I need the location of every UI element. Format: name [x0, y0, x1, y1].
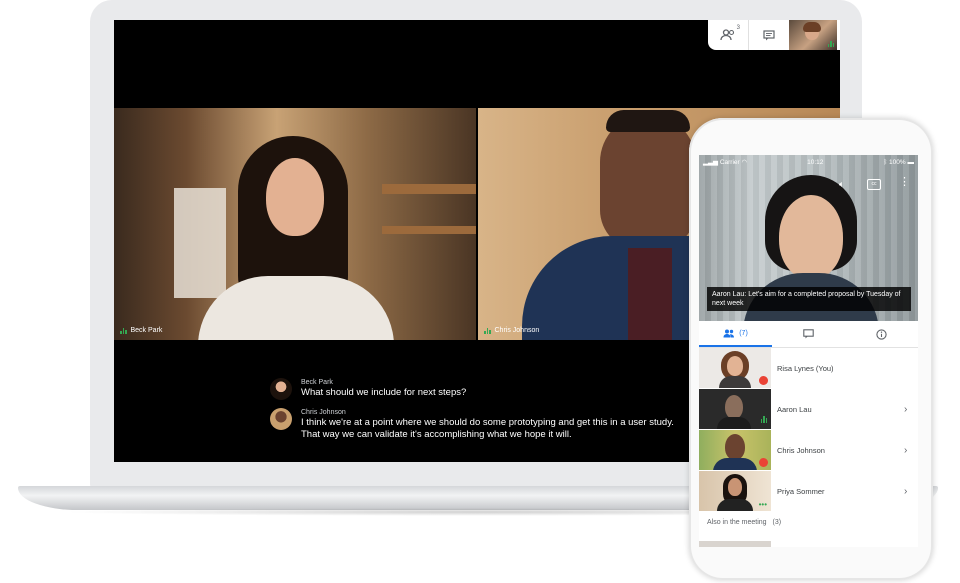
phone-tab-bar: (7)	[699, 321, 918, 348]
participant-row[interactable]: Risa Lynes (You)	[699, 348, 918, 388]
video-tile-beck-park[interactable]: Beck Park	[114, 108, 476, 340]
person-face	[725, 395, 743, 419]
status-bar: ▂▃▅ Carrier ◠ 10:12 ᛒ 100% ▬	[699, 155, 918, 169]
captions-icon[interactable]: cc	[867, 179, 881, 190]
tile-name: Beck Park	[130, 327, 163, 334]
volume-icon[interactable]: 🔈︎	[839, 179, 844, 190]
chat-icon	[763, 29, 775, 40]
battery-label: ᛒ 100% ▬	[883, 158, 914, 166]
shelf-backdrop-2	[382, 226, 476, 234]
bluetooth-icon: ᛒ	[883, 158, 888, 166]
avatar	[270, 408, 292, 430]
caption-speaker: Chris Johnson	[301, 409, 346, 416]
participants-badge: 3	[736, 25, 740, 31]
people-icon	[723, 329, 735, 337]
battery-icon: ▬	[907, 158, 914, 166]
participant-video	[699, 430, 771, 470]
person-shirt	[713, 458, 757, 470]
also-in-meeting-header: Also in the meeting (3)	[707, 519, 781, 526]
caption-text: What should we include for next steps?	[301, 387, 467, 398]
self-view-audio-icon	[827, 40, 834, 47]
person-face	[779, 195, 843, 279]
shelf-backdrop	[382, 184, 476, 194]
person-face	[727, 356, 743, 376]
also-in-meeting-label: Also in the meeting	[707, 519, 767, 526]
participant-video: •••	[699, 471, 771, 511]
signal-icon: ▂▃▅	[703, 159, 718, 166]
audio-level-icon	[120, 327, 127, 334]
tile-name-label: Beck Park	[120, 327, 162, 334]
caption-text: I think we're at a point where we should…	[301, 417, 674, 440]
meeting-topbar: 3	[708, 20, 840, 50]
phone-caption: Aaron Lau: Let's aim for a completed pro…	[707, 287, 911, 311]
caption-speaker: Beck Park	[301, 379, 333, 386]
participant-video	[699, 389, 771, 429]
also-in-meeting-count: (3)	[772, 519, 782, 526]
mic-off-icon	[759, 458, 768, 467]
participant-row[interactable]: Aaron Lau ›	[699, 389, 918, 429]
chat-icon	[803, 329, 814, 339]
person-face	[600, 114, 696, 250]
tile-name: Chris Johnson	[494, 327, 540, 334]
participant-row-partial	[699, 541, 771, 547]
chat-button[interactable]	[748, 20, 789, 50]
person-face	[266, 158, 324, 236]
participant-name: Priya Sommer	[777, 486, 825, 496]
more-dots-icon: •••	[758, 500, 767, 509]
person-shirt	[628, 248, 672, 340]
window-backdrop	[174, 188, 226, 298]
caption-item: Chris Johnson I think we're at a point w…	[270, 408, 690, 441]
tile-name-label: Chris Johnson	[484, 327, 539, 334]
participant-video	[699, 348, 771, 388]
mic-off-icon	[759, 376, 768, 385]
tab-people[interactable]: (7)	[699, 321, 772, 347]
person-hair	[606, 110, 690, 132]
participant-row[interactable]: Chris Johnson ›	[699, 430, 918, 470]
tab-info[interactable]	[845, 321, 918, 347]
person-face	[725, 434, 745, 460]
participant-name: Aaron Lau	[777, 404, 812, 414]
phone-main-video[interactable]: 🔈︎ cc ⋮ Aaron Lau: Let's aim for a compl…	[699, 155, 918, 321]
participants-button[interactable]: 3	[708, 20, 748, 50]
person-shirt	[719, 376, 751, 388]
chevron-right-icon[interactable]: ›	[904, 445, 918, 456]
person-shirt	[717, 417, 751, 429]
self-view-hair	[803, 22, 821, 32]
caption-item: Beck Park What should we include for nex…	[270, 378, 690, 400]
participant-name: Chris Johnson	[777, 445, 825, 455]
tab-chat[interactable]	[772, 321, 845, 347]
info-icon	[876, 328, 887, 340]
person-face	[728, 478, 742, 496]
audio-level-icon	[484, 327, 491, 334]
carrier-label: ▂▃▅ Carrier ◠	[703, 159, 748, 166]
participant-name: Risa Lynes (You)	[777, 363, 834, 373]
person-jacket	[198, 276, 394, 340]
participant-row[interactable]: ••• Priya Sommer ›	[699, 471, 918, 511]
wifi-icon: ◠	[741, 159, 748, 166]
person-shirt	[717, 499, 753, 511]
status-time: 10:12	[807, 158, 824, 166]
chevron-right-icon[interactable]: ›	[904, 486, 918, 497]
phone-screen: 🔈︎ cc ⋮ Aaron Lau: Let's aim for a compl…	[699, 155, 918, 547]
people-icon	[720, 29, 735, 41]
captions-panel: Beck Park What should we include for nex…	[270, 378, 690, 449]
self-view-thumbnail[interactable]	[789, 20, 837, 50]
more-options-icon[interactable]: ⋮	[899, 177, 910, 188]
tab-people-count: (7)	[739, 329, 748, 337]
chevron-right-icon[interactable]: ›	[904, 404, 918, 415]
avatar	[270, 378, 292, 400]
speaking-indicator-icon	[760, 416, 767, 423]
